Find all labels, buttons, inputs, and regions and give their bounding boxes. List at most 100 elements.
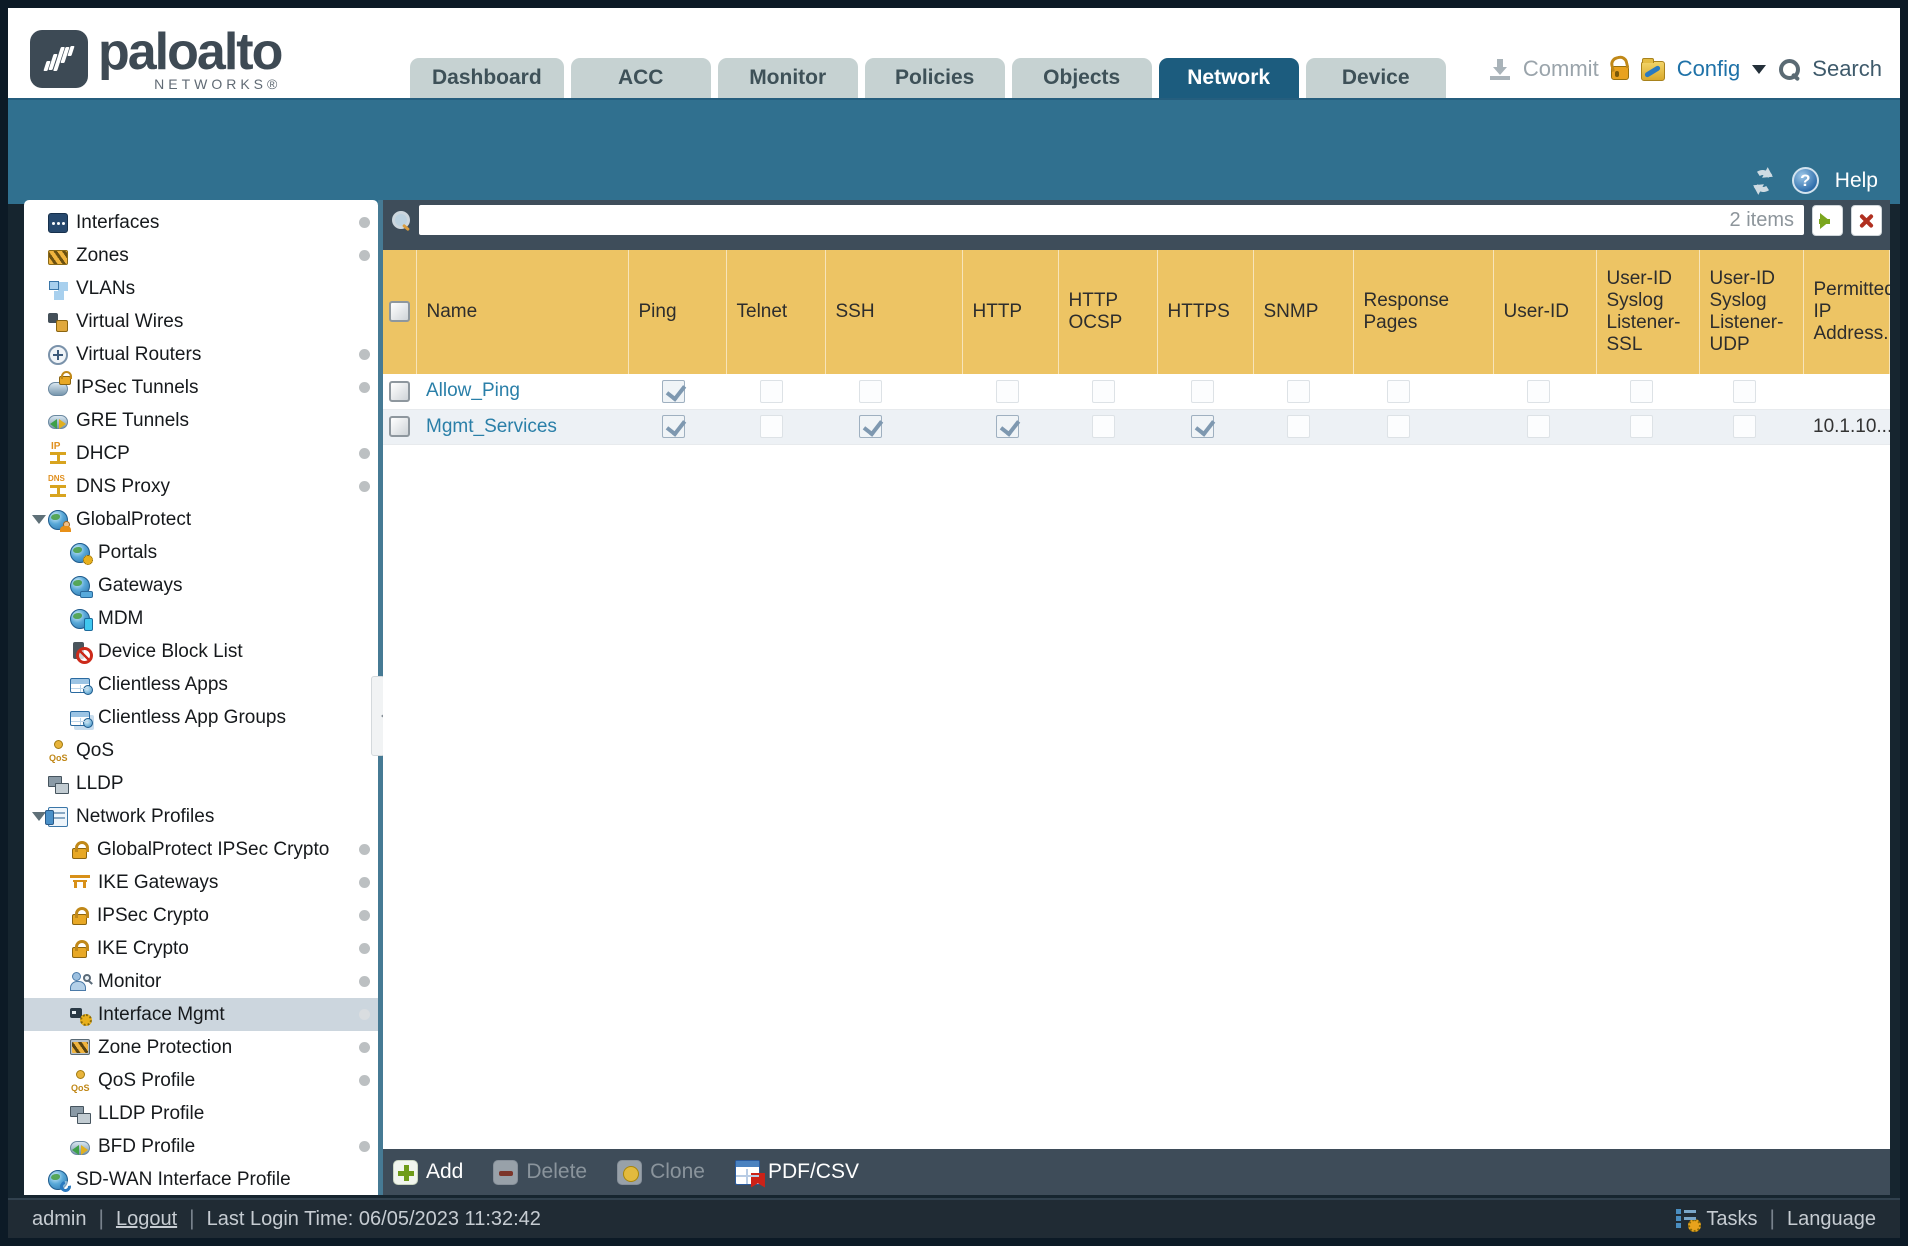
select-all-checkbox[interactable] [389, 301, 410, 323]
sidebar-item-zone-protection[interactable]: Zone Protection [24, 1031, 378, 1064]
ping-checkbox[interactable] [662, 379, 685, 403]
column-header-response-pages[interactable]: Response Pages [1353, 250, 1494, 374]
sidebar-item-ipsec-tunnels[interactable]: IPSec Tunnels [24, 371, 378, 404]
sidebar-item-globalprotect[interactable]: GlobalProtect [24, 503, 378, 536]
column-header-uid-syslog-ssl[interactable]: User-ID Syslog Listener-SSL [1596, 250, 1700, 374]
config-button[interactable]: Config [1677, 56, 1741, 82]
clone-button[interactable]: Clone [617, 1159, 705, 1185]
sidebar-item-qos-profile[interactable]: QoS Profile [24, 1064, 378, 1097]
help-link[interactable]: Help [1835, 169, 1878, 193]
expander-icon[interactable] [32, 515, 48, 524]
search-input[interactable] [429, 209, 1730, 231]
commit-icon[interactable] [1489, 58, 1511, 80]
column-header-ping[interactable]: Ping [628, 250, 727, 374]
sidebar-item-globalprotect-ipsec-crypto[interactable]: GlobalProtect IPSec Crypto [24, 833, 378, 866]
tab-objects[interactable]: Objects [1011, 58, 1152, 98]
telnet-checkbox[interactable] [760, 379, 783, 403]
sidebar-item-device-block-list[interactable]: Device Block List [24, 635, 378, 668]
column-header-https[interactable]: HTTPS [1157, 250, 1254, 374]
clear-filter-button[interactable] [1851, 204, 1882, 236]
tasks-icon[interactable] [1676, 1208, 1702, 1232]
column-header-http[interactable]: HTTP [962, 250, 1059, 374]
tab-device[interactable]: Device [1305, 58, 1446, 98]
uid-syslog-ssl-checkbox[interactable] [1630, 379, 1653, 403]
config-icon[interactable] [1640, 58, 1665, 81]
http-checkbox[interactable] [996, 379, 1019, 403]
tab-monitor[interactable]: Monitor [717, 58, 858, 98]
column-header-telnet[interactable]: Telnet [726, 250, 826, 374]
sidebar-item-interface-mgmt[interactable]: Interface Mgmt [24, 998, 378, 1031]
sidebar-item-ipsec-crypto[interactable]: IPSec Crypto [24, 899, 378, 932]
sidebar-item-portals[interactable]: Portals [24, 536, 378, 569]
ssh-checkbox[interactable] [859, 415, 882, 438]
tab-policies[interactable]: Policies [864, 58, 1005, 98]
profile-link[interactable]: Mgmt_Services [426, 416, 557, 437]
apply-filter-button[interactable] [1812, 204, 1843, 236]
response-pages-checkbox[interactable] [1387, 379, 1410, 403]
global-search-button[interactable]: Search [1812, 56, 1882, 82]
sidebar-item-sdwan-interface-profile[interactable]: SD-WAN Interface Profile [24, 1163, 378, 1195]
sidebar-item-interfaces[interactable]: Interfaces [24, 206, 378, 239]
sidebar-item-mdm[interactable]: MDM [24, 602, 378, 635]
tab-acc[interactable]: ACC [570, 58, 711, 98]
column-header-snmp[interactable]: SNMP [1253, 250, 1354, 374]
sidebar-item-dns-proxy[interactable]: DNS Proxy [24, 470, 378, 503]
sidebar-item-clientless-app-groups[interactable]: Clientless App Groups [24, 701, 378, 734]
unlock-icon[interactable] [1610, 66, 1629, 80]
sidebar-item-qos[interactable]: QoS [24, 734, 378, 767]
sidebar-item-zones[interactable]: Zones [24, 239, 378, 272]
http-ocsp-checkbox[interactable] [1092, 415, 1115, 438]
sidebar-item-network-profiles[interactable]: Network Profiles [24, 800, 378, 833]
sidebar-item-virtual-routers[interactable]: Virtual Routers [24, 338, 378, 371]
pdf-csv-button[interactable]: PDF/CSV [734, 1159, 859, 1188]
user-id-checkbox[interactable] [1527, 415, 1550, 438]
column-header-ssh[interactable]: SSH [825, 250, 963, 374]
commit-button[interactable]: Commit [1523, 56, 1599, 82]
response-pages-checkbox[interactable] [1387, 415, 1410, 438]
sidebar-item-lldp[interactable]: LLDP [24, 767, 378, 800]
https-checkbox[interactable] [1191, 415, 1214, 438]
user-id-checkbox[interactable] [1527, 379, 1550, 403]
sidebar-item-ike-crypto[interactable]: IKE Crypto [24, 932, 378, 965]
ping-checkbox[interactable] [662, 415, 685, 438]
sidebar-item-ike-gateways[interactable]: IKE Gateways [24, 866, 378, 899]
sidebar-item-gre-tunnels[interactable]: GRE Tunnels [24, 404, 378, 437]
language-button[interactable]: Language [1787, 1208, 1876, 1231]
config-dropdown-caret-icon[interactable] [1752, 65, 1767, 81]
profile-link[interactable]: Allow_Ping [426, 380, 520, 401]
uid-syslog-ssl-checkbox[interactable] [1630, 415, 1653, 438]
delete-button[interactable]: Delete [493, 1159, 587, 1185]
ssh-checkbox[interactable] [859, 379, 882, 403]
row-checkbox[interactable] [389, 415, 410, 437]
add-button[interactable]: Add [393, 1159, 463, 1185]
tab-network[interactable]: Network [1158, 58, 1299, 98]
http-checkbox[interactable] [996, 415, 1019, 438]
column-header-http-ocsp[interactable]: HTTP OCSP [1058, 250, 1158, 374]
snmp-checkbox[interactable] [1287, 415, 1310, 438]
sidebar-item-clientless-apps[interactable]: Clientless Apps [24, 668, 378, 701]
snmp-checkbox[interactable] [1287, 379, 1310, 403]
telnet-checkbox[interactable] [760, 415, 783, 438]
sidebar-item-bfd-profile[interactable]: BFD Profile [24, 1130, 378, 1163]
tab-dashboard[interactable]: Dashboard [410, 58, 564, 98]
sidebar-item-monitor[interactable]: Monitor [24, 965, 378, 998]
http-ocsp-checkbox[interactable] [1092, 379, 1115, 403]
global-search-icon[interactable] [1778, 58, 1801, 80]
sidebar-item-dhcp[interactable]: DHCP [24, 437, 378, 470]
uid-syslog-udp-checkbox[interactable] [1733, 379, 1756, 403]
column-header-name[interactable]: Name [416, 250, 629, 374]
row-checkbox[interactable] [389, 380, 410, 402]
uid-syslog-udp-checkbox[interactable] [1733, 415, 1756, 438]
logout-link[interactable]: Logout [116, 1208, 177, 1231]
column-header-permitted-ip[interactable]: Permitted IP Address... [1803, 250, 1890, 374]
sidebar-item-gateways[interactable]: Gateways [24, 569, 378, 602]
column-header-user-id[interactable]: User-ID [1493, 250, 1597, 374]
tasks-button[interactable]: Tasks [1706, 1208, 1757, 1231]
sidebar-item-virtual-wires[interactable]: Virtual Wires [24, 305, 378, 338]
column-header-uid-syslog-udp[interactable]: User-ID Syslog Listener-UDP [1699, 250, 1804, 374]
help-icon[interactable]: ? [1791, 167, 1819, 194]
refresh-icon[interactable] [1744, 168, 1776, 195]
sidebar-item-lldp-profile[interactable]: LLDP Profile [24, 1097, 378, 1130]
sidebar-item-vlans[interactable]: VLANs [24, 272, 378, 305]
https-checkbox[interactable] [1191, 379, 1214, 403]
